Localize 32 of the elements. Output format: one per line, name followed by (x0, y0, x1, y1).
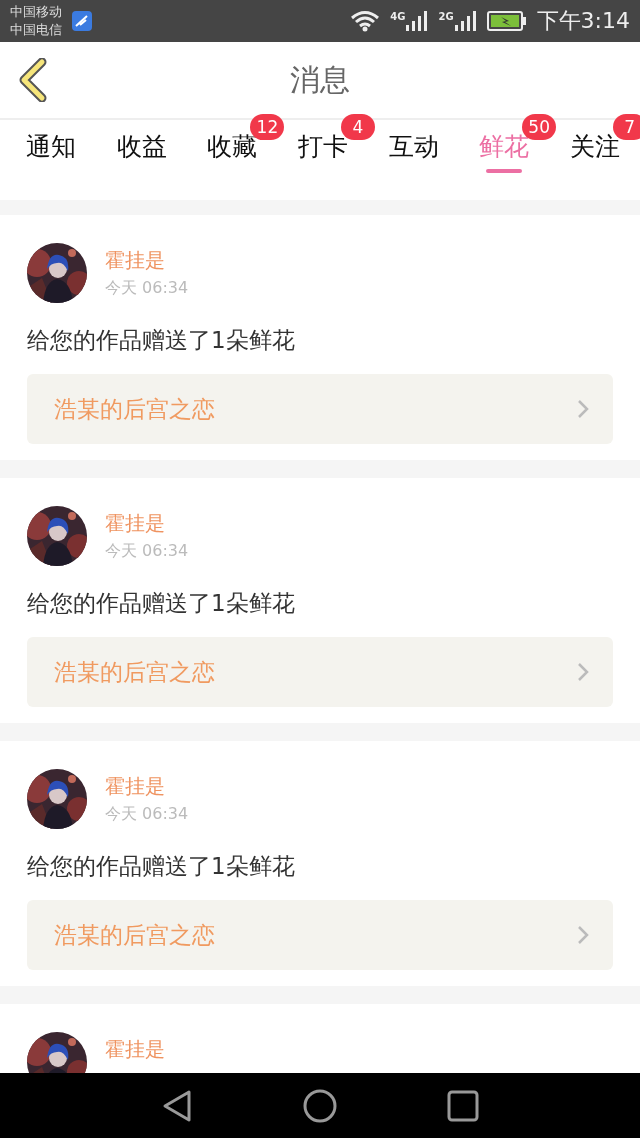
page-title: 消息 (289, 60, 351, 99)
tab[interactable]: 通知 (22, 120, 81, 200)
wifi-icon (350, 10, 381, 32)
message-text: 给您的作品赠送了1朵鲜花 (27, 589, 296, 618)
carrier-name: 中国移动 (10, 3, 62, 21)
chevron-icon (577, 662, 589, 682)
battery-icon (486, 11, 527, 31)
signal-icon (454, 11, 477, 31)
user-name: 霍挂是 (105, 774, 166, 798)
message-text: 给您的作品赠送了1朵鲜花 (27, 852, 296, 881)
carrier-name: 中国电信 (10, 21, 62, 39)
count-badge: 7 (612, 114, 640, 140)
user-name: 霍挂是 (105, 248, 166, 272)
message-time: 今天 06:34 (105, 804, 189, 825)
back-nav-button[interactable] (161, 1088, 193, 1123)
message-time: 今天 06:34 (105, 541, 189, 562)
recents-nav-button[interactable] (447, 1089, 479, 1122)
network-type: 2G (438, 11, 454, 22)
clock: 下午3:14 (536, 7, 630, 35)
message-time: 今天 06:34 (105, 278, 189, 299)
signal-icon (406, 11, 429, 31)
network-type: 4G (390, 11, 406, 22)
user-name: 霍挂是 (105, 511, 166, 535)
tab[interactable]: 互动 (384, 120, 443, 200)
chevron-icon (577, 399, 589, 419)
back-button[interactable] (18, 58, 48, 102)
app-icon (72, 11, 92, 31)
user-name: 霍挂是 (105, 1037, 165, 1061)
message-text: 给您的作品赠送了1朵鲜花 (27, 326, 296, 355)
home-nav-button[interactable] (303, 1088, 337, 1123)
chevron-icon (577, 925, 589, 945)
tab[interactable]: 收益 (112, 120, 171, 200)
